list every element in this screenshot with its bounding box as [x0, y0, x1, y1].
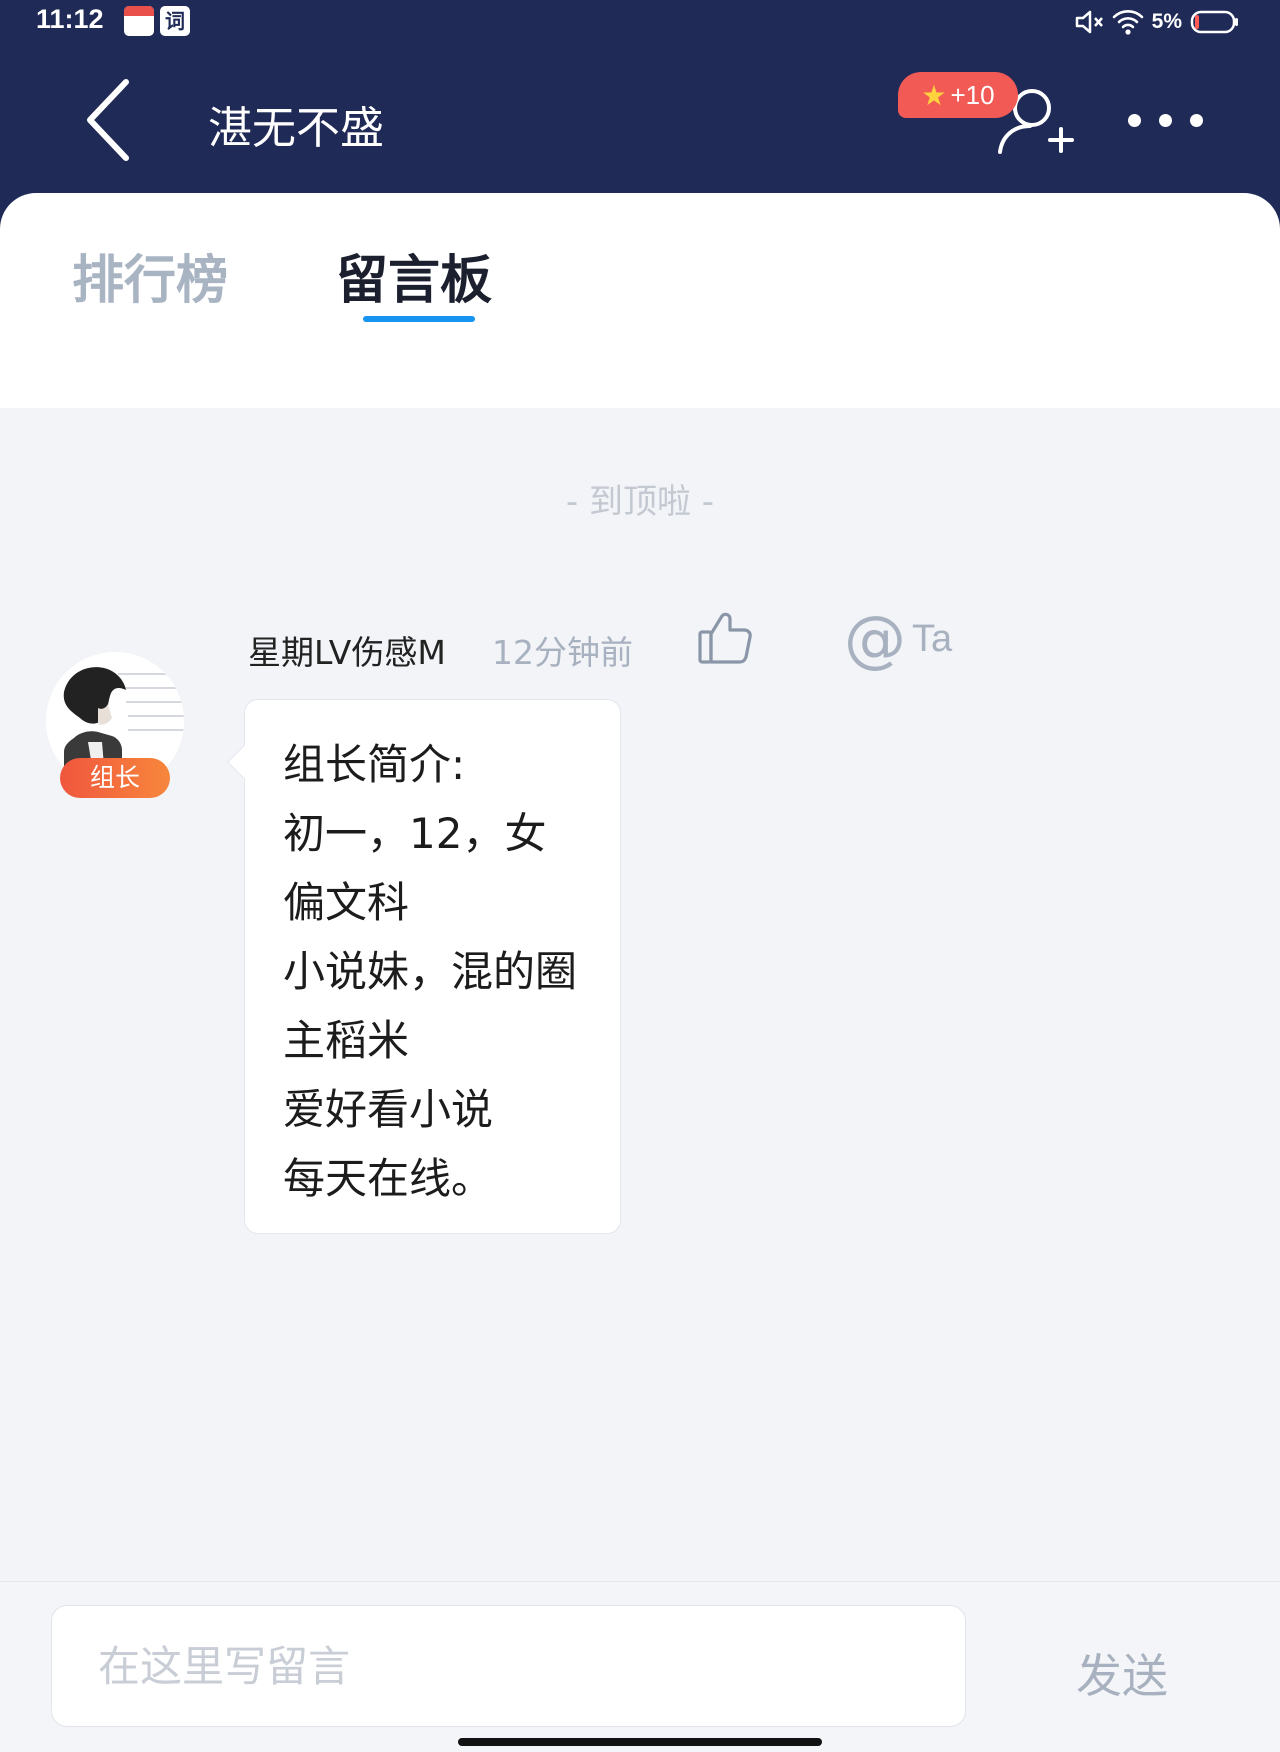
more-dot	[1190, 113, 1203, 127]
thumbs-up-icon	[698, 612, 752, 664]
battery-percent: 5%	[1151, 10, 1182, 33]
message-input[interactable]	[51, 1605, 966, 1727]
active-tab-indicator	[363, 316, 475, 322]
more-dot	[1128, 113, 1141, 127]
points-badge[interactable]: ★ +10	[898, 72, 1018, 118]
more-dot	[1159, 113, 1172, 127]
status-time: 11:12	[36, 4, 104, 34]
mention-label: Ta	[912, 617, 953, 660]
back-button[interactable]	[80, 78, 140, 162]
message-line: 每天在线。	[283, 1154, 494, 1203]
mute-icon	[1075, 10, 1103, 34]
like-button[interactable]	[696, 608, 756, 668]
wifi-icon	[1112, 10, 1143, 35]
ci-dictionary-icon: 词	[160, 6, 190, 36]
message-line: 小说妹，混的圈	[283, 947, 578, 996]
home-indicator[interactable]	[458, 1738, 822, 1746]
send-button[interactable]: 发送	[1076, 1640, 1168, 1706]
message-bubble: 组长简介: 初一，12，女 偏文科 小说妹，混的圈 主稻米 爱好看小说 每天在线…	[227, 699, 621, 1234]
message-line: 初一，12，女	[283, 809, 547, 858]
message-username[interactable]: 星期LV伤感M	[248, 626, 446, 674]
message-line: 组长简介:	[283, 740, 466, 789]
status-bar: 11:12 词 5%	[0, 0, 1280, 44]
battery-icon	[1190, 10, 1238, 34]
mention-button[interactable]: @ Ta	[844, 604, 952, 674]
back-icon	[87, 79, 129, 161]
message-line: 主稻米	[283, 1016, 410, 1065]
bubble-tail	[227, 745, 261, 779]
tab-message-board[interactable]: 留言板	[336, 238, 492, 313]
star-icon: ★	[921, 79, 947, 111]
message-line: 爱好看小说	[283, 1085, 494, 1134]
message-timestamp: 12分钟前	[492, 633, 633, 672]
calendar-icon	[124, 6, 154, 36]
more-button[interactable]	[1128, 100, 1218, 140]
end-of-list-note: - 到顶啦 -	[565, 482, 715, 522]
points-badge-label: +10	[950, 79, 995, 110]
status-indicators: 5%	[1074, 6, 1240, 38]
tab-ranking[interactable]: 排行榜	[72, 238, 228, 313]
at-icon: @	[844, 602, 906, 675]
message-line: 偏文科	[283, 878, 410, 927]
role-badge: 组长	[60, 758, 170, 798]
page-title: 湛无不盛	[208, 103, 384, 154]
